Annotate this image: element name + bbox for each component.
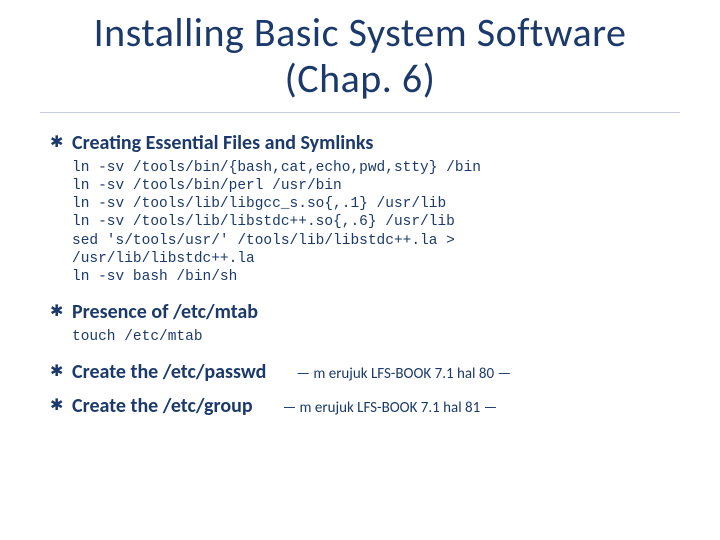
asterisk-icon: ✱ (50, 135, 63, 151)
asterisk-icon: ✱ (50, 364, 63, 380)
heading-mtab: Presence of /etc/mtab (72, 300, 258, 324)
bullet-item-4: ✱ Create the /etc/group — m erujuk LFS-B… (72, 394, 660, 418)
note-group: — m erujuk LFS-BOOK 7.1 hal 81 — (283, 399, 498, 417)
bullet-item-2: ✱ Presence of /etc/mtab touch /etc/mtab (72, 300, 660, 346)
slide-title: Installing Basic System Software (Chap. … (40, 10, 680, 102)
asterisk-icon: ✱ (50, 304, 63, 320)
bullet-item-3: ✱ Create the /etc/passwd — m erujuk LFS-… (72, 360, 660, 384)
divider (40, 112, 680, 113)
row-passwd: Create the /etc/passwd — m erujuk LFS-BO… (72, 360, 660, 384)
slide: Installing Basic System Software (Chap. … (0, 10, 720, 540)
asterisk-icon: ✱ (50, 398, 63, 414)
heading-passwd: Create the /etc/passwd (72, 360, 266, 384)
note-passwd: — m erujuk LFS-BOOK 7.1 hal 80 — (296, 365, 511, 383)
row-group: Create the /etc/group — m erujuk LFS-BOO… (72, 394, 660, 418)
heading-symlinks: Creating Essential Files and Symlinks (72, 131, 373, 155)
content-area: ✱ Creating Essential Files and Symlinks … (0, 131, 720, 418)
bullet-item-1: ✱ Creating Essential Files and Symlinks … (72, 131, 660, 286)
heading-group: Create the /etc/group (72, 394, 253, 418)
code-block-mtab: touch /etc/mtab (72, 328, 660, 346)
code-block-symlinks: ln -sv /tools/bin/{bash,cat,echo,pwd,stt… (72, 159, 660, 286)
